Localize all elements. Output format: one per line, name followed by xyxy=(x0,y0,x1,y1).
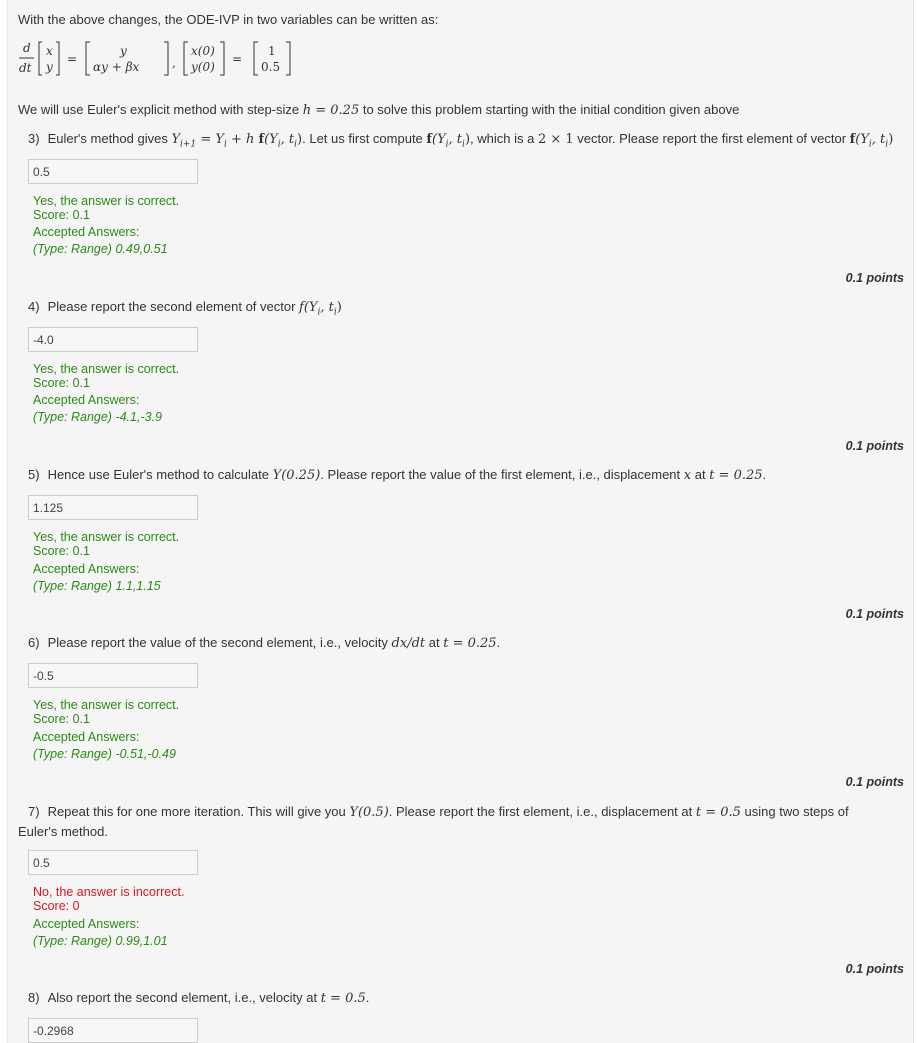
eq-dt: dt xyxy=(19,61,32,75)
status-text: No, the answer is incorrect. xyxy=(33,885,185,899)
score-text: Score: 0 xyxy=(33,899,80,913)
answer-input-q6[interactable]: -0.5 xyxy=(28,663,198,688)
eq-rhs-top: y xyxy=(119,44,127,58)
intro-text: With the above changes, the ODE-IVP in t… xyxy=(18,12,439,27)
question-6: 6) Please report the value of the second … xyxy=(28,635,501,651)
answer-input-q3[interactable]: 0.5 xyxy=(28,159,198,184)
eq-vec-x: x xyxy=(46,44,53,58)
accepted-answers-q3: Accepted Answers: (Type: Range) 0.49,0.5… xyxy=(33,225,168,256)
status-text: Yes, the answer is correct. xyxy=(33,194,180,208)
question-7: 7) Repeat this for one more iteration. Th… xyxy=(18,804,849,839)
points-q7: 0.1 points xyxy=(845,962,904,976)
score-text: Score: 0.1 xyxy=(33,712,90,726)
feedback-q7: No, the answer is incorrect. Score: 0 xyxy=(33,885,184,913)
feedback-q5: Yes, the answer is correct. Score: 0.1 xyxy=(33,530,179,558)
points-q4: 0.1 points xyxy=(845,439,904,453)
status-text: Yes, the answer is correct. xyxy=(33,530,180,544)
eq-val-bottom: 0.5 xyxy=(261,60,280,74)
question-3: 3) Euler's method gives Yi+1 = Yi + h f(Y… xyxy=(28,131,894,150)
eq-d: d xyxy=(23,41,31,55)
step-size-math: h = 0.25 xyxy=(302,103,360,118)
score-text: Score: 0.1 xyxy=(33,208,90,222)
accepted-answers-q7: Accepted Answers: (Type: Range) 0.99,1.0… xyxy=(33,917,168,948)
question-5: 5) Hence use Euler's method to calculate … xyxy=(28,467,767,483)
eq-comma: , xyxy=(172,56,176,70)
score-text: Score: 0.1 xyxy=(33,544,90,558)
points-q3: 0.1 points xyxy=(845,271,904,285)
question-4: 4) Please report the second element of ve… xyxy=(28,299,342,318)
status-text: Yes, the answer is correct. xyxy=(33,698,180,712)
answer-input-q4[interactable]: -4.0 xyxy=(28,327,198,352)
feedback-q4: Yes, the answer is correct. Score: 0.1 xyxy=(33,362,179,390)
score-text: Score: 0.1 xyxy=(33,376,90,390)
status-text: Yes, the answer is correct. xyxy=(33,362,180,376)
answer-input-q5[interactable]: 1.125 xyxy=(28,495,198,520)
euler-intro: We will use Euler's explicit method with… xyxy=(18,102,740,118)
points-q5: 0.1 points xyxy=(845,607,904,621)
answer-input-q8[interactable]: -0.2968 xyxy=(28,1018,198,1043)
eq-equals-1: = xyxy=(67,52,77,66)
accepted-answers-q5: Accepted Answers: (Type: Range) 1.1,1.15 xyxy=(33,562,161,593)
points-q6: 0.1 points xyxy=(845,775,904,789)
eq-vec-y: y xyxy=(45,60,53,74)
eq-ic-bottom: y(0) xyxy=(190,60,215,74)
eq-val-top: 1 xyxy=(268,44,276,58)
eq-rhs-bottom: αy + βx xyxy=(93,60,140,74)
eq-ic-top: x(0) xyxy=(191,44,215,58)
answer-input-q7[interactable]: 0.5 xyxy=(28,850,198,875)
feedback-q3: Yes, the answer is correct. Score: 0.1 xyxy=(33,194,179,222)
ode-equation: d dt x y = y αy + βx , x(0) y(0) = 1 0.5 xyxy=(19,41,291,76)
accepted-answers-q4: Accepted Answers: (Type: Range) -4.1,-3.… xyxy=(33,393,162,424)
accepted-answers-q6: Accepted Answers: (Type: Range) -0.51,-0… xyxy=(33,730,176,761)
question-8: 8) Also report the second element, i.e., … xyxy=(28,990,370,1006)
eq-equals-2: = xyxy=(232,52,242,66)
feedback-q6: Yes, the answer is correct. Score: 0.1 xyxy=(33,698,179,726)
